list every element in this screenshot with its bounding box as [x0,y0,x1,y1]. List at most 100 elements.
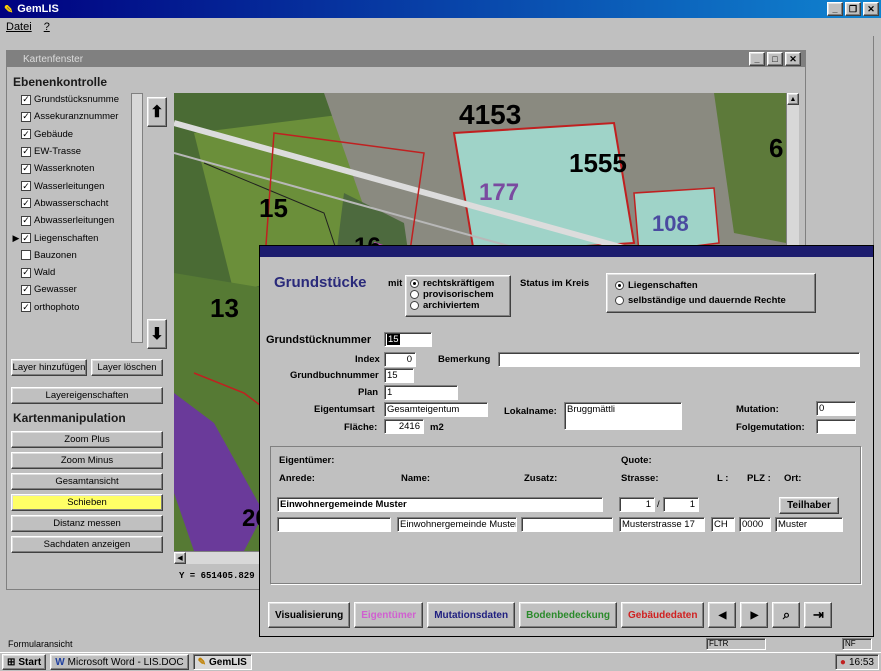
local-name-field[interactable]: Bruggmättli [564,402,682,430]
layer-up-arrow-icon[interactable]: ⬆ [147,97,167,127]
task-word[interactable]: W Microsoft Word - LIS.DOC [50,654,189,670]
ownership-type-field[interactable]: Gesamteigentum [384,402,488,417]
zoom-minus-button[interactable]: Zoom Minus [11,452,163,469]
owner-fullname-field[interactable]: Einwohnergemeinde Muster [397,517,517,532]
pan-button[interactable]: Schieben [11,494,163,511]
radio-icon[interactable] [615,296,624,305]
radio-rechtskraeftig[interactable]: rechtskräftigem [410,278,506,289]
follow-mutation-field[interactable] [816,419,856,434]
radio-icon[interactable] [615,281,624,290]
tab-mutationsdaten[interactable]: Mutationsdaten [427,602,516,628]
show-attributes-button[interactable]: Sachdaten anzeigen [11,536,163,553]
checkbox-icon[interactable]: ✓ [21,94,31,105]
restore-button[interactable]: ❐ [845,2,861,16]
menu-datei[interactable]: Datei [6,21,32,33]
radio-liegenschaften[interactable]: Liegenschaften [615,278,807,293]
land-register-number-field[interactable]: 15 [384,368,414,383]
mutation-field[interactable]: 0 [816,401,856,416]
task-gemlis[interactable]: ✎ GemLIS [192,654,252,670]
close-button[interactable]: ✕ [863,2,879,16]
find-button[interactable]: ⌕ [772,602,801,628]
country-field[interactable]: CH [711,517,735,532]
layer-row[interactable]: ✓ Abwasserleitungen [11,212,141,229]
scroll-left-arrow-icon[interactable]: ◀ [174,552,186,564]
layer-row[interactable]: ✓ Grundstücksnumme [11,91,141,108]
checkbox-icon[interactable]: ✓ [21,181,31,192]
parcel-number-label: Grundstücknummer [266,334,372,346]
layer-row[interactable]: ✓ Gebäude [11,126,141,143]
tab-gebaeudedaten[interactable]: Gebäudedaten [621,602,705,628]
add-layer-button[interactable]: Layer hinzufügen [11,359,87,376]
layer-down-arrow-icon[interactable]: ⬇ [147,319,167,349]
clock: 16:53 [848,656,874,668]
layer-row[interactable]: ✓ orthophoto [11,299,141,316]
layer-properties-button[interactable]: Layereigenschaften [11,387,163,404]
layer-row[interactable]: ✓ Wasserleitungen [11,177,141,194]
checkbox-icon[interactable] [21,250,31,261]
scroll-up-arrow-icon[interactable]: ▲ [787,93,799,105]
checkbox-icon[interactable]: ✓ [21,267,31,278]
radio-rechte[interactable]: selbständige und dauernde Rechte [615,293,807,308]
tab-visualisierung[interactable]: Visualisierung [268,602,351,628]
layer-row[interactable]: ✓ EW-Trasse [11,143,141,160]
radio-icon[interactable] [410,290,419,299]
checkbox-icon[interactable]: ✓ [21,284,31,295]
checkbox-icon[interactable]: ✓ [21,111,31,122]
layer-row[interactable]: ✓ Wasserknoten [11,160,141,177]
quote-numerator-field[interactable]: 1 [619,497,655,512]
radio-icon[interactable] [410,301,419,310]
layer-row[interactable]: ✓ Gewasser [11,281,141,298]
map-window-title-bar: Kartenfenster _ □ ✕ [7,51,805,67]
map-close-button[interactable]: ✕ [785,52,801,66]
checkbox-icon[interactable]: ✓ [21,129,31,140]
radio-provisorisch[interactable]: provisorischem [410,289,506,300]
layer-row-selected[interactable]: ▶ ✓ Liegenschaften [11,229,141,246]
zoom-plus-button[interactable]: Zoom Plus [11,431,163,448]
index-field[interactable]: 0 [384,352,416,367]
remove-layer-button[interactable]: Layer löschen [91,359,163,376]
start-button[interactable]: ⊞ Start [2,654,47,670]
map-minimize-button[interactable]: _ [749,52,765,66]
radio-archiviert[interactable]: archiviertem [410,300,506,311]
menu-help[interactable]: ? [44,21,50,33]
app-icon: ✎ [4,3,14,16]
checkbox-icon[interactable]: ✓ [21,215,31,226]
binoculars-icon: ⌕ [782,607,791,622]
city-field[interactable]: Muster [775,517,843,532]
layer-row[interactable]: ✓ Abwasserschacht [11,195,141,212]
layer-row[interactable]: ✓ Wald [11,264,141,281]
app-scrollbar[interactable] [873,36,881,636]
layer-scrollbar[interactable] [131,93,143,343]
layer-row[interactable]: ✓ Assekuranznummer [11,108,141,125]
teilhaber-button[interactable]: Teilhaber [779,497,839,514]
radio-icon[interactable] [410,279,419,288]
exit-button[interactable]: ⇥ [804,602,833,628]
street-field[interactable]: Musterstrasse 17 [619,517,705,532]
layer-row[interactable]: Bauzonen [11,247,141,264]
quote-denominator-field[interactable]: 1 [663,497,699,512]
addition-field[interactable] [521,517,613,532]
full-view-button[interactable]: Gesamtansicht [11,473,163,490]
app-icon: ✎ [197,656,206,668]
tab-eigentuemer[interactable]: Eigentümer [354,602,424,628]
tab-bodenbedeckung[interactable]: Bodenbedeckung [519,602,617,628]
checkbox-icon[interactable]: ✓ [21,146,31,157]
checkbox-icon[interactable]: ✓ [21,233,31,244]
previous-record-button[interactable]: ◀ [708,602,737,628]
measure-distance-button[interactable]: Distanz messen [11,515,163,532]
next-record-button[interactable]: ▶ [740,602,769,628]
checkbox-icon[interactable]: ✓ [21,198,31,209]
triangle-right-icon: ▶ [750,609,759,621]
remark-field[interactable] [498,352,860,367]
owner-name-field[interactable]: Einwohnergemeinde Muster [277,497,603,512]
postcode-field[interactable]: 0000 [739,517,771,532]
map-restore-button[interactable]: □ [767,52,783,66]
map-horizontal-scrollbar[interactable]: ◀ [174,551,264,564]
area-field[interactable]: 2416 [384,419,424,434]
minimize-button[interactable]: _ [827,2,843,16]
parcel-number-field[interactable]: 15 [384,332,432,347]
plan-field[interactable]: 1 [384,385,458,400]
checkbox-icon[interactable]: ✓ [21,302,31,313]
checkbox-icon[interactable]: ✓ [21,163,31,174]
salutation-field[interactable] [277,517,391,532]
